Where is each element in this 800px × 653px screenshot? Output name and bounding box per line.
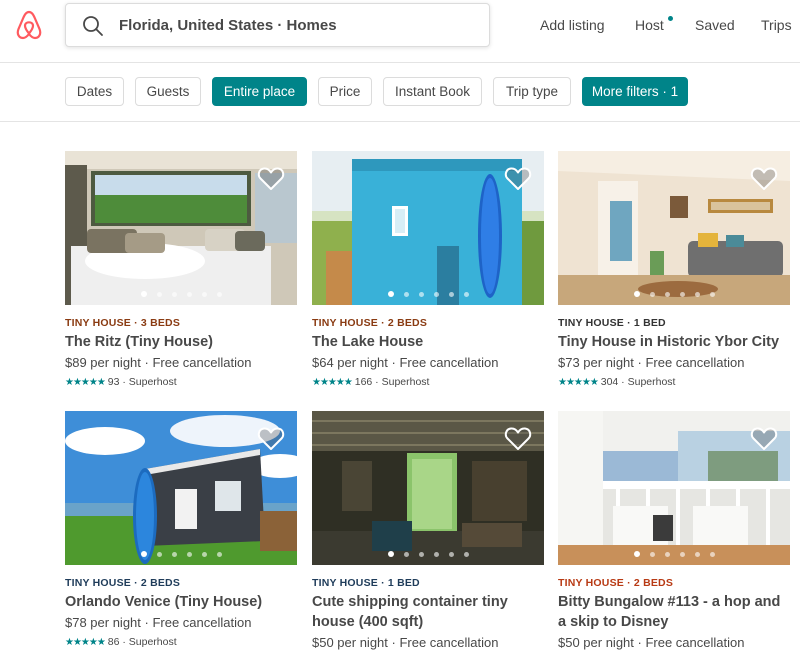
listing-type-label: TINY HOUSE · 2 BEDS xyxy=(312,317,428,329)
star-rating-icon: ★★★★★ xyxy=(65,377,106,388)
listing-photo[interactable] xyxy=(65,151,297,305)
listing-price: $78 per night · Free cancellation xyxy=(65,615,252,630)
heart-icon[interactable] xyxy=(750,425,778,451)
listing-rating: ★★★★★ 86 · Superhost xyxy=(65,636,177,648)
nav-trips[interactable]: Trips xyxy=(761,17,792,33)
listing-price: $50 per night · Free cancellation xyxy=(558,635,745,650)
listing-reviews: 304 · Superhost xyxy=(600,376,676,388)
heart-icon[interactable] xyxy=(504,165,532,191)
filter-price-button[interactable]: Price xyxy=(318,77,372,106)
filter-entire-place-button[interactable]: Entire place xyxy=(212,77,307,106)
listing-title[interactable]: Tiny House in Historic Ybor City xyxy=(558,332,790,352)
listing-photo[interactable] xyxy=(558,151,790,305)
listing-type-label: TINY HOUSE · 1 BED xyxy=(558,317,666,329)
listing-photo[interactable] xyxy=(312,411,544,565)
listing-photo[interactable] xyxy=(558,411,790,565)
photo-carousel-dots[interactable] xyxy=(558,551,790,557)
photo-carousel-dots[interactable] xyxy=(312,291,544,297)
listing-photo[interactable] xyxy=(65,411,297,565)
listing-reviews: 93 · Superhost xyxy=(107,376,177,388)
nav-host[interactable]: Host xyxy=(635,17,664,33)
photo-carousel-dots[interactable] xyxy=(558,291,790,297)
heart-icon[interactable] xyxy=(257,425,285,451)
filter-instant-book-button[interactable]: Instant Book xyxy=(383,77,482,106)
photo-carousel-dots[interactable] xyxy=(65,291,297,297)
star-rating-icon: ★★★★★ xyxy=(312,377,353,388)
nav-add-listing[interactable]: Add listing xyxy=(540,17,605,33)
listing-type-label: TINY HOUSE · 2 BEDS xyxy=(558,577,674,589)
listing-photo[interactable] xyxy=(312,151,544,305)
heart-icon[interactable] xyxy=(504,425,532,451)
top-navigation-bar: Florida, United States · Homes Add listi… xyxy=(0,0,800,63)
photo-carousel-dots[interactable] xyxy=(65,551,297,557)
listing-price: $73 per night · Free cancellation xyxy=(558,355,745,370)
listing-type-label: TINY HOUSE · 2 BEDS xyxy=(65,577,181,589)
photo-carousel-dots[interactable] xyxy=(312,551,544,557)
listing-title[interactable]: The Lake House xyxy=(312,332,544,352)
filter-bar: Dates Guests Entire place Price Instant … xyxy=(0,63,800,122)
heart-icon[interactable] xyxy=(750,165,778,191)
listing-reviews: 166 · Superhost xyxy=(354,376,430,388)
listing-type-label: TINY HOUSE · 1 BED xyxy=(312,577,420,589)
filter-dates-button[interactable]: Dates xyxy=(65,77,124,106)
listing-rating: ★★★★★ 93 · Superhost xyxy=(65,376,177,388)
notification-dot xyxy=(668,16,673,21)
filter-guests-button[interactable]: Guests xyxy=(135,77,201,106)
listing-type-label: TINY HOUSE · 3 BEDS xyxy=(65,317,181,329)
search-bar[interactable]: Florida, United States · Homes xyxy=(65,3,490,47)
listing-price: $64 per night · Free cancellation xyxy=(312,355,499,370)
star-rating-icon: ★★★★★ xyxy=(65,637,106,648)
filter-trip-type-button[interactable]: Trip type xyxy=(493,77,571,106)
listing-title[interactable]: Cute shipping container tiny house (400 … xyxy=(312,592,544,632)
heart-icon[interactable] xyxy=(257,165,285,191)
airbnb-logo-icon[interactable] xyxy=(15,9,43,41)
search-query: Florida, United States · Homes xyxy=(119,17,337,34)
listing-rating: ★★★★★ 304 · Superhost xyxy=(558,376,675,388)
listing-price: $89 per night · Free cancellation xyxy=(65,355,252,370)
search-icon xyxy=(83,16,103,36)
nav-saved[interactable]: Saved xyxy=(695,17,735,33)
listing-title[interactable]: The Ritz (Tiny House) xyxy=(65,332,297,352)
listing-price: $50 per night · Free cancellation xyxy=(312,635,499,650)
star-rating-icon: ★★★★★ xyxy=(558,377,599,388)
filter-more-filters-button[interactable]: More filters · 1 xyxy=(582,77,688,106)
listing-rating: ★★★★★ 166 · Superhost xyxy=(312,376,429,388)
listing-reviews: 86 · Superhost xyxy=(107,636,177,648)
listing-title[interactable]: Bitty Bungalow #113 - a hop and a skip t… xyxy=(558,592,790,632)
listing-title[interactable]: Orlando Venice (Tiny House) xyxy=(65,592,297,612)
